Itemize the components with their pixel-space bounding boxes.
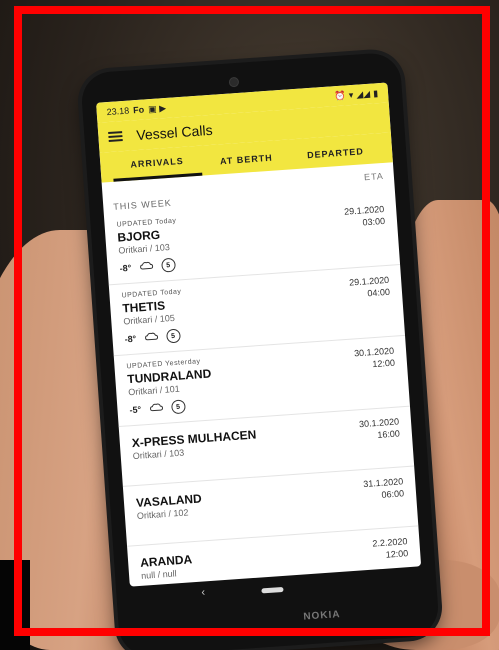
photo-background: 23.18 Fo ▣ ▶ ⏰ ▾ ◢◢ ▮ Vessel Calls ARRIV…	[0, 0, 499, 650]
cloud-icon	[144, 331, 159, 344]
cloud-icon	[149, 402, 164, 415]
weather-row: -8° 5	[124, 328, 185, 346]
status-app-icon: Fo	[132, 104, 145, 116]
alarm-icon: ⏰	[334, 89, 347, 101]
phone-screen: 23.18 Fo ▣ ▶ ⏰ ▾ ◢◢ ▮ Vessel Calls ARRIV…	[96, 82, 422, 587]
hamburger-menu-icon[interactable]	[108, 131, 123, 143]
wind-icon: 5	[165, 328, 181, 344]
home-button[interactable]	[261, 586, 284, 594]
eta-time: 12:00	[385, 548, 409, 560]
status-time: 23.18	[106, 105, 130, 118]
vessel-list: UPDATED Today BJORG Oritkari / 103 -8° 5 29.1…	[103, 194, 422, 587]
back-icon[interactable]: ‹	[201, 586, 206, 598]
temperature: -8°	[119, 262, 132, 274]
camera-icon	[228, 76, 240, 88]
notification-icon: ▣ ▶	[147, 102, 167, 114]
temperature: -5°	[129, 404, 142, 416]
wind-icon: 5	[170, 399, 186, 415]
vessel-berth: null / null	[140, 568, 177, 581]
temperature: -8°	[124, 333, 137, 345]
wifi-icon: ▾	[348, 89, 354, 100]
phone: 23.18 Fo ▣ ▶ ⏰ ▾ ◢◢ ▮ Vessel Calls ARRIV…	[79, 51, 441, 650]
weather-row: -8° 5	[119, 257, 180, 275]
eta-column-header: ETA	[363, 170, 385, 183]
dark-corner	[0, 560, 30, 650]
weather-row: -5° 5	[129, 397, 214, 417]
page-title: Vessel Calls	[135, 121, 214, 144]
signal-icon: ◢◢	[355, 88, 371, 100]
phone-brand: NOKIA	[303, 609, 341, 623]
wind-icon: 5	[160, 257, 176, 273]
cloud-icon	[139, 260, 154, 273]
battery-icon: ▮	[372, 87, 379, 98]
